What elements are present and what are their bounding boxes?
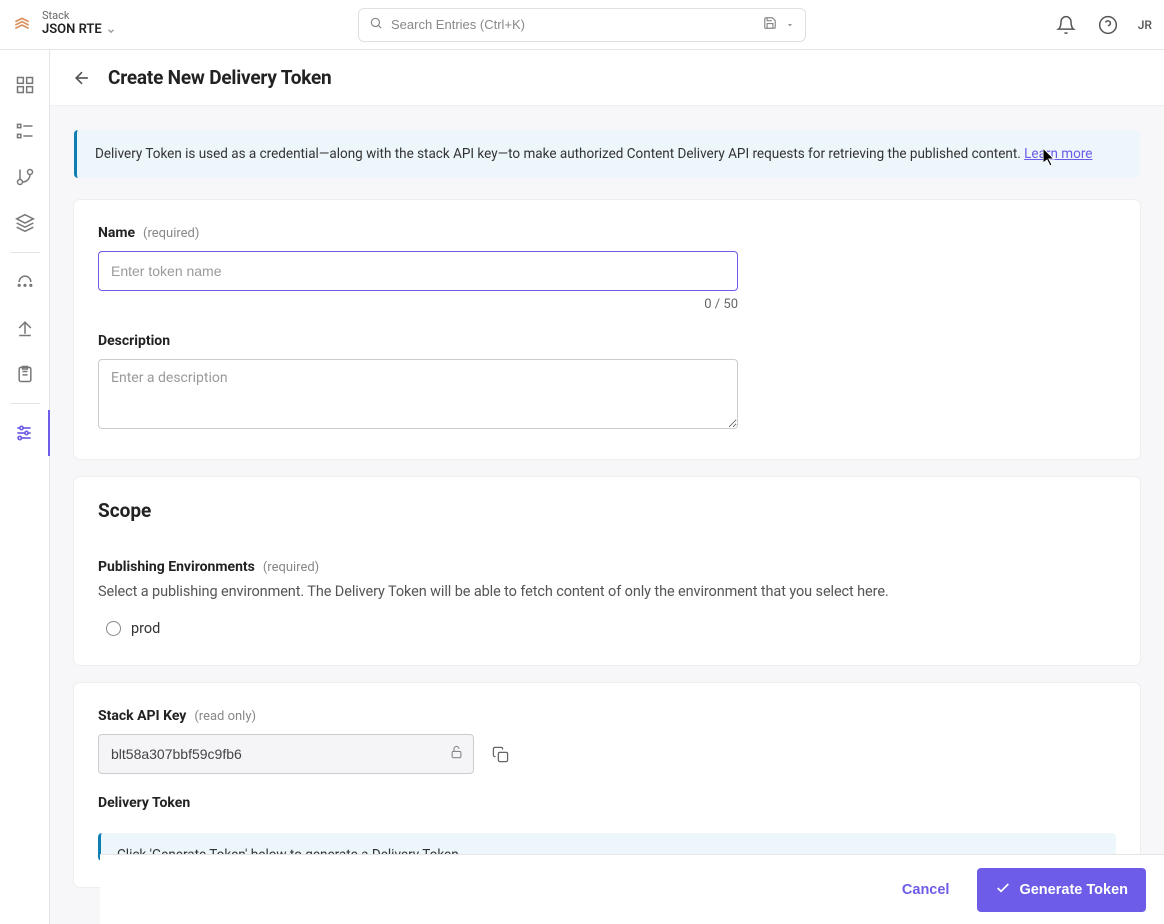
page-title: Create New Delivery Token (108, 66, 332, 89)
search-bar[interactable] (358, 8, 806, 42)
search-container (358, 8, 806, 42)
generate-token-button[interactable]: Generate Token (977, 868, 1146, 912)
api-key-hint: (read only) (194, 709, 256, 724)
generate-token-label: Generate Token (1019, 882, 1128, 898)
radio-icon (106, 621, 121, 636)
back-button[interactable] (70, 66, 94, 90)
topbar: Stack JSON RTE (0, 0, 1164, 50)
sidebar-item-tasks[interactable] (0, 351, 50, 397)
sidebar-separator (10, 252, 40, 253)
name-label: Name (98, 225, 135, 241)
scope-title: Scope (98, 499, 1116, 522)
sidebar-item-content-models[interactable] (0, 154, 50, 200)
shell: Create New Delivery Token Delivery Token… (0, 50, 1164, 924)
notifications-icon[interactable] (1054, 13, 1078, 37)
logo-icon (12, 15, 32, 35)
api-key-label: Stack API Key (98, 708, 186, 724)
search-icon (369, 15, 383, 34)
api-key-field: Stack API Key (read only) (98, 705, 1116, 774)
topbar-left: Stack JSON RTE (12, 10, 116, 40)
stack-name: JSON RTE (42, 23, 102, 37)
description-field: Description (98, 330, 1116, 433)
basic-info-card: Name (required) 0 / 50 Description (74, 200, 1140, 459)
lock-icon (449, 745, 464, 764)
sidebar-item-releases[interactable] (0, 305, 50, 351)
api-key-input[interactable] (98, 734, 474, 774)
search-right (763, 15, 795, 34)
stack-selector[interactable]: Stack JSON RTE (42, 10, 116, 40)
check-icon (995, 880, 1011, 900)
topbar-right: JR (1054, 13, 1152, 37)
main: Create New Delivery Token Delivery Token… (50, 50, 1164, 924)
sidebar-item-dashboard[interactable] (0, 62, 50, 108)
sidebar-item-publish-queue[interactable] (0, 259, 50, 305)
env-label: Publishing Environments (98, 559, 255, 575)
chevron-down-icon (106, 22, 116, 40)
chevron-down-icon[interactable] (785, 15, 795, 34)
name-input[interactable] (98, 251, 738, 291)
name-field: Name (required) 0 / 50 (98, 222, 1116, 312)
learn-more-link[interactable]: Learn more (1024, 146, 1092, 162)
sidebar-separator (10, 403, 40, 404)
env-hint: (required) (263, 560, 319, 575)
info-banner-text: Delivery Token is used as a credential—a… (95, 146, 1024, 162)
sidebar-item-entries[interactable] (0, 108, 50, 154)
delivery-token-field: Delivery Token Click 'Generate Token' be… (98, 792, 1116, 861)
save-icon[interactable] (763, 15, 777, 34)
description-input[interactable] (98, 359, 738, 429)
user-avatar[interactable]: JR (1138, 18, 1152, 32)
delivery-token-label: Delivery Token (98, 795, 190, 811)
env-description: Select a publishing environment. The Del… (98, 583, 1116, 600)
name-hint: (required) (143, 226, 199, 241)
page-header: Create New Delivery Token (50, 50, 1164, 106)
footer: Cancel Generate Token (100, 854, 1164, 924)
env-option-label: prod (131, 620, 160, 637)
sidebar-item-assets[interactable] (0, 200, 50, 246)
copy-button[interactable] (488, 742, 512, 766)
scope-card: Scope Publishing Environments (required)… (74, 477, 1140, 665)
description-label: Description (98, 333, 170, 349)
name-char-count: 0 / 50 (98, 297, 738, 312)
sidebar (0, 50, 50, 924)
cancel-button[interactable]: Cancel (890, 872, 962, 908)
sidebar-item-settings[interactable] (0, 410, 50, 456)
info-banner: Delivery Token is used as a credential—a… (74, 130, 1140, 178)
stack-label: Stack (42, 10, 116, 22)
search-input[interactable] (391, 17, 755, 32)
help-icon[interactable] (1096, 13, 1120, 37)
content-scroll[interactable]: Delivery Token is used as a credential—a… (50, 106, 1164, 924)
env-option-prod[interactable]: prod (106, 618, 1116, 639)
